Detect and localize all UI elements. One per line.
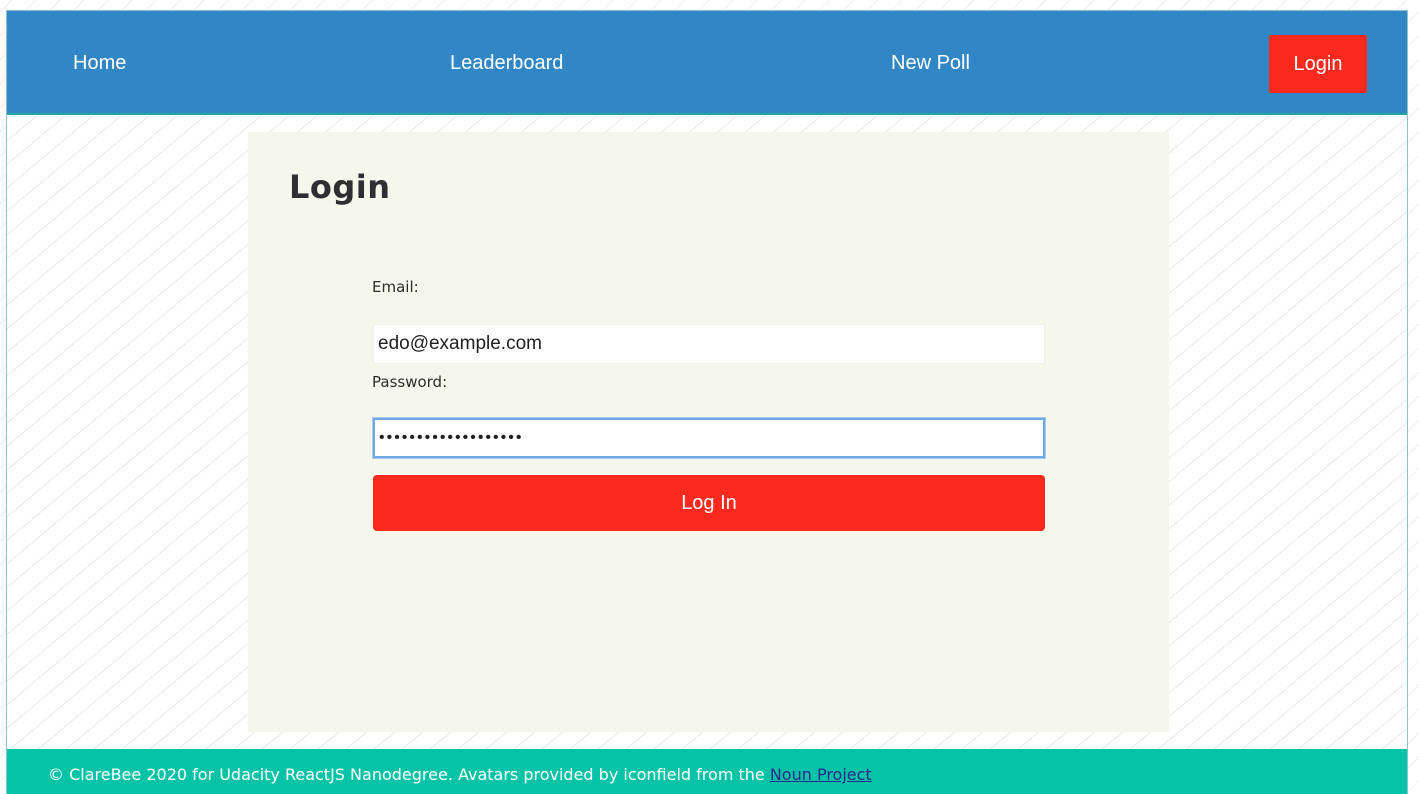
noun-project-link[interactable]: Noun Project [770,765,872,784]
email-field[interactable] [373,324,1045,364]
nav-login-button[interactable]: Login [1269,35,1367,93]
log-in-button[interactable]: Log In [373,475,1045,531]
email-label: Email: [372,278,419,296]
nav-new-poll-link[interactable]: New Poll [891,49,970,77]
footer: © ClareBee 2020 for Udacity ReactJS Nano… [7,749,1407,794]
password-label: Password: [372,373,448,391]
login-title: Login [289,168,391,206]
top-navbar: Home Leaderboard New Poll Login [7,11,1407,115]
nav-leaderboard-link[interactable]: Leaderboard [450,49,563,77]
password-field[interactable] [373,418,1045,458]
footer-text: © ClareBee 2020 for Udacity ReactJS Nano… [48,765,872,784]
nav-home-link[interactable]: Home [73,49,126,77]
login-card: Login Email: Password: Log In [248,132,1169,732]
app-frame: Home Leaderboard New Poll Login Login Em… [6,10,1408,794]
footer-credit: © ClareBee 2020 for Udacity ReactJS Nano… [48,765,770,784]
